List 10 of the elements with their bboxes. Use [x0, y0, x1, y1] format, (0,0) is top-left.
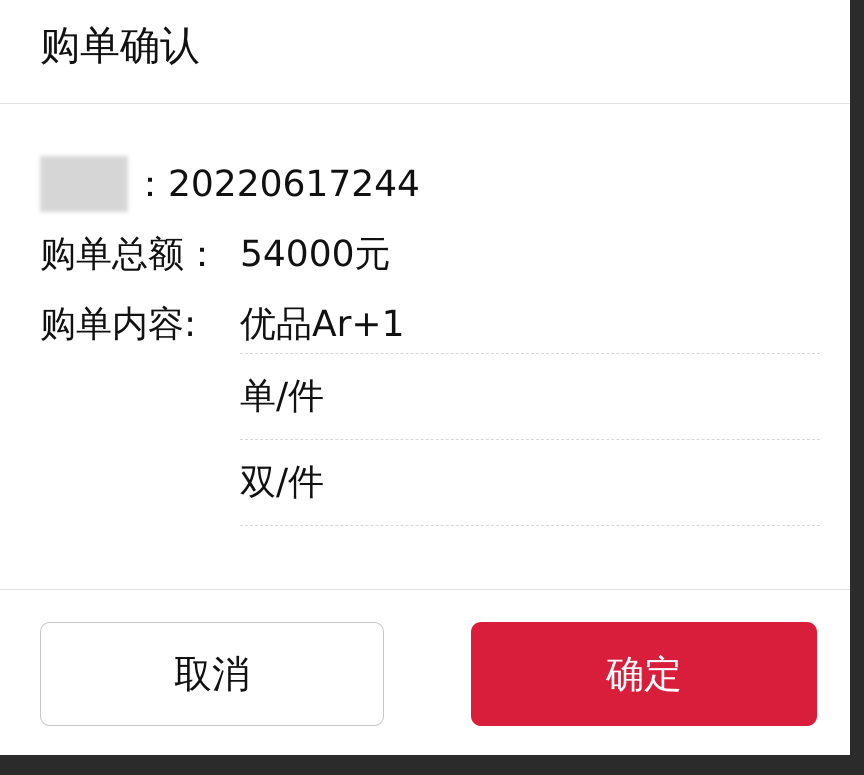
cancel-button[interactable]: 取消	[40, 622, 384, 726]
field-value: 优品Ar+1	[240, 302, 404, 346]
field-value: ：20220617244	[132, 162, 420, 206]
field-value: 54000元	[240, 232, 391, 276]
field-label: 购单内容:	[40, 302, 198, 346]
option-item[interactable]: 单/件	[240, 354, 820, 440]
confirm-button[interactable]: 确定	[471, 622, 817, 726]
option-item[interactable]: 双/件	[240, 440, 820, 526]
dialog-title: 购单确认	[0, 0, 850, 104]
field-label: 购单总额：	[40, 232, 221, 276]
